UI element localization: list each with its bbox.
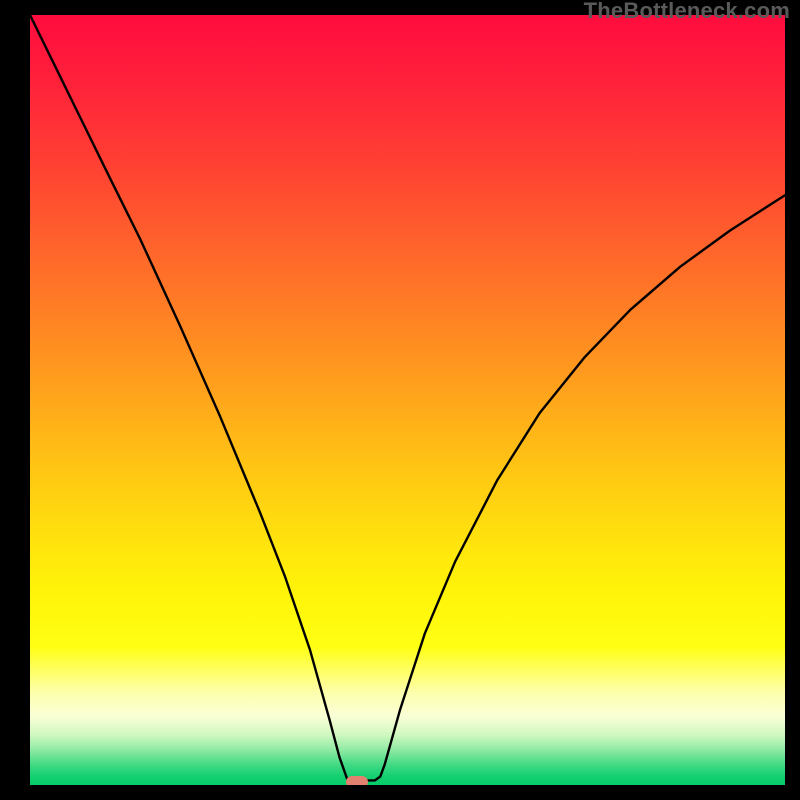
watermark-text: TheBottleneck.com	[584, 0, 790, 24]
bottleneck-curve	[30, 15, 785, 785]
chart-frame: TheBottleneck.com	[0, 0, 800, 800]
plot-area	[30, 15, 785, 785]
balance-marker	[346, 776, 368, 785]
